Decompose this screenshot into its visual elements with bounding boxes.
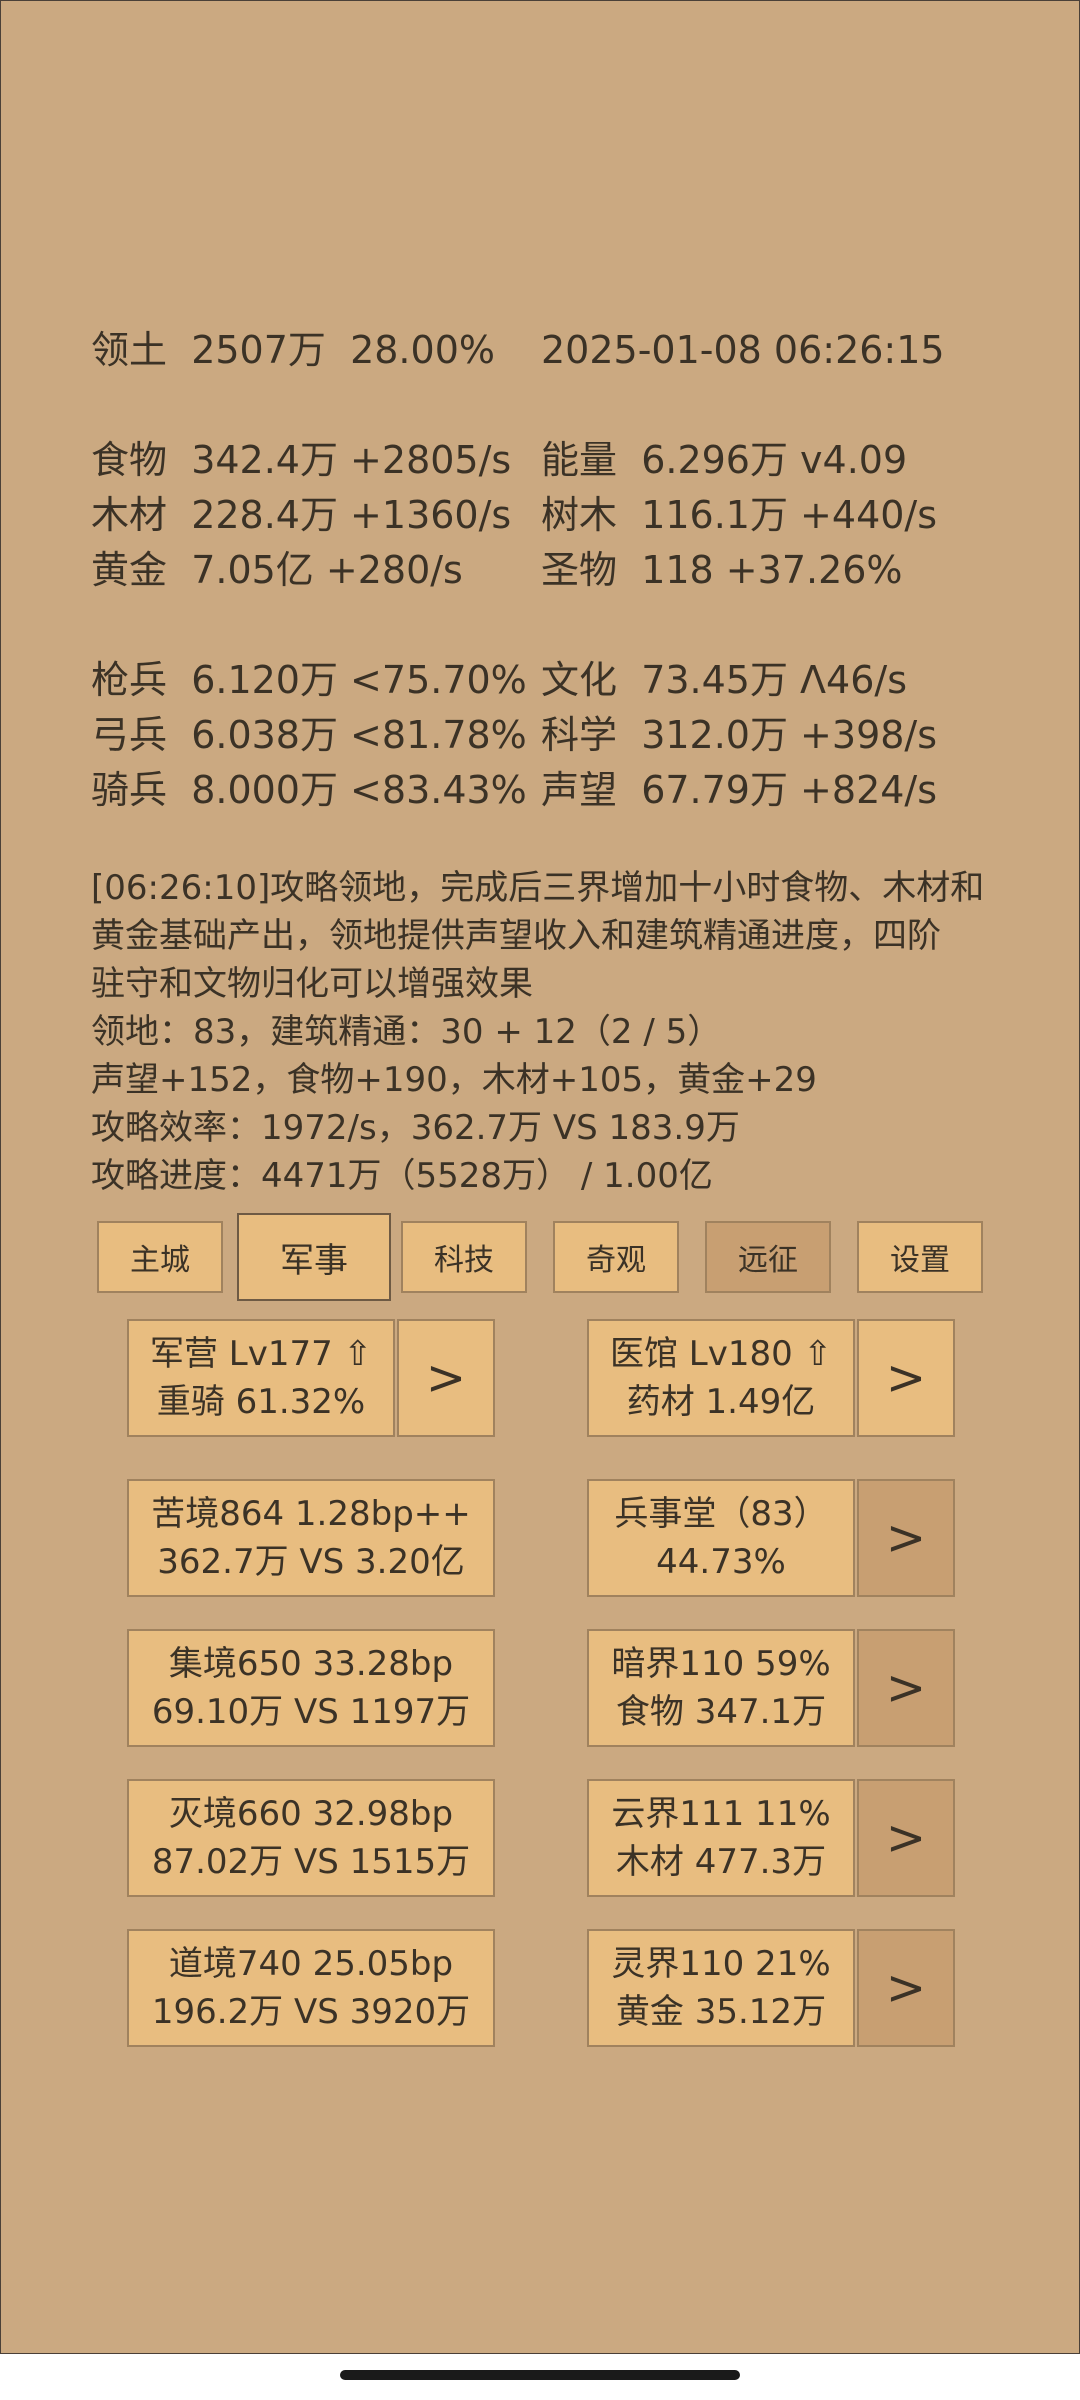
- tab-main-city[interactable]: 主城: [97, 1221, 223, 1293]
- realm-card-miejing[interactable]: 灭境660 32.98bp 87.02万 VS 1515万: [127, 1779, 495, 1897]
- tab-military[interactable]: 军事: [237, 1213, 391, 1301]
- message-line: [06:26:10]攻略领地，完成后三界增加十小时食物、木材和: [91, 868, 985, 908]
- territory-pct: 28.00%: [350, 328, 495, 372]
- gold-stat: 黄金 7.05亿 +280/s: [91, 548, 463, 592]
- game-screen: 领土 2507万 28.00% 2025-01-08 06:26:15 食物 3…: [0, 0, 1080, 2354]
- hospital-go-button[interactable]: >: [857, 1319, 955, 1437]
- energy-stat: 能量 6.296万 v4.09: [541, 438, 908, 482]
- message-line: 领地：83，建筑精通：30 + 12（2 / 5）: [91, 1012, 722, 1052]
- tab-settings[interactable]: 设置: [857, 1221, 983, 1293]
- dark-realm-card[interactable]: 暗界110 59% 食物 347.1万: [587, 1629, 855, 1747]
- message-line: 驻守和文物归化可以增强效果: [91, 964, 533, 1004]
- datetime: 2025-01-08 06:26:15: [541, 328, 945, 372]
- cloud-realm-go-button[interactable]: >: [857, 1779, 955, 1897]
- wood-stat: 木材 228.4万 +1360/s: [91, 493, 512, 537]
- barracks-card[interactable]: 军营 Lv177 ⇧ 重骑 61.32%: [127, 1319, 395, 1437]
- message-line: 黄金基础产出，领地提供声望收入和建筑精通进度，四阶: [91, 916, 941, 956]
- spearmen-stat: 枪兵 6.120万 <75.70%: [91, 658, 527, 702]
- archers-stat: 弓兵 6.038万 <81.78%: [91, 713, 527, 757]
- tab-wonders[interactable]: 奇观: [553, 1221, 679, 1293]
- barracks-go-button[interactable]: >: [397, 1319, 495, 1437]
- science-stat: 科学 312.0万 +398/s: [541, 713, 938, 757]
- cavalry-stat: 骑兵 8.000万 <83.43%: [91, 768, 527, 812]
- spirit-realm-card[interactable]: 灵界110 21% 黄金 35.12万: [587, 1929, 855, 2047]
- culture-stat: 文化 73.45万 Λ46/s: [541, 658, 908, 702]
- military-hall-go-button[interactable]: >: [857, 1479, 955, 1597]
- tab-expedition[interactable]: 远征: [705, 1221, 831, 1293]
- relics-stat: 圣物 118 +37.26%: [541, 548, 903, 592]
- realm-card-daojing[interactable]: 道境740 25.05bp 196.2万 VS 3920万: [127, 1929, 495, 2047]
- food-stat: 食物 342.4万 +2805/s: [91, 438, 512, 482]
- territory-row: 领土 2507万 28.00%: [91, 328, 495, 372]
- message-line: 声望+152，食物+190，木材+105，黄金+29: [91, 1060, 817, 1100]
- military-hall-card[interactable]: 兵事堂（83） 44.73%: [587, 1479, 855, 1597]
- trees-stat: 树木 116.1万 +440/s: [541, 493, 938, 537]
- tab-technology[interactable]: 科技: [401, 1221, 527, 1293]
- territory-label: 领土: [91, 328, 168, 372]
- realm-card-jijing[interactable]: 集境650 33.28bp 69.10万 VS 1197万: [127, 1629, 495, 1747]
- dark-realm-go-button[interactable]: >: [857, 1629, 955, 1747]
- message-line: 攻略进度：4471万（5528万） / 1.00亿: [91, 1156, 713, 1196]
- message-line: 攻略效率：1972/s，362.7万 VS 183.9万: [91, 1108, 740, 1148]
- hospital-card[interactable]: 医馆 Lv180 ⇧ 药材 1.49亿: [587, 1319, 855, 1437]
- territory-value: 2507万: [191, 328, 326, 372]
- prestige-stat: 声望 67.79万 +824/s: [541, 768, 938, 812]
- cloud-realm-card[interactable]: 云界111 11% 木材 477.3万: [587, 1779, 855, 1897]
- spirit-realm-go-button[interactable]: >: [857, 1929, 955, 2047]
- home-indicator[interactable]: [340, 2370, 740, 2380]
- realm-card-kujing[interactable]: 苦境864 1.28bp++ 362.7万 VS 3.20亿: [127, 1479, 495, 1597]
